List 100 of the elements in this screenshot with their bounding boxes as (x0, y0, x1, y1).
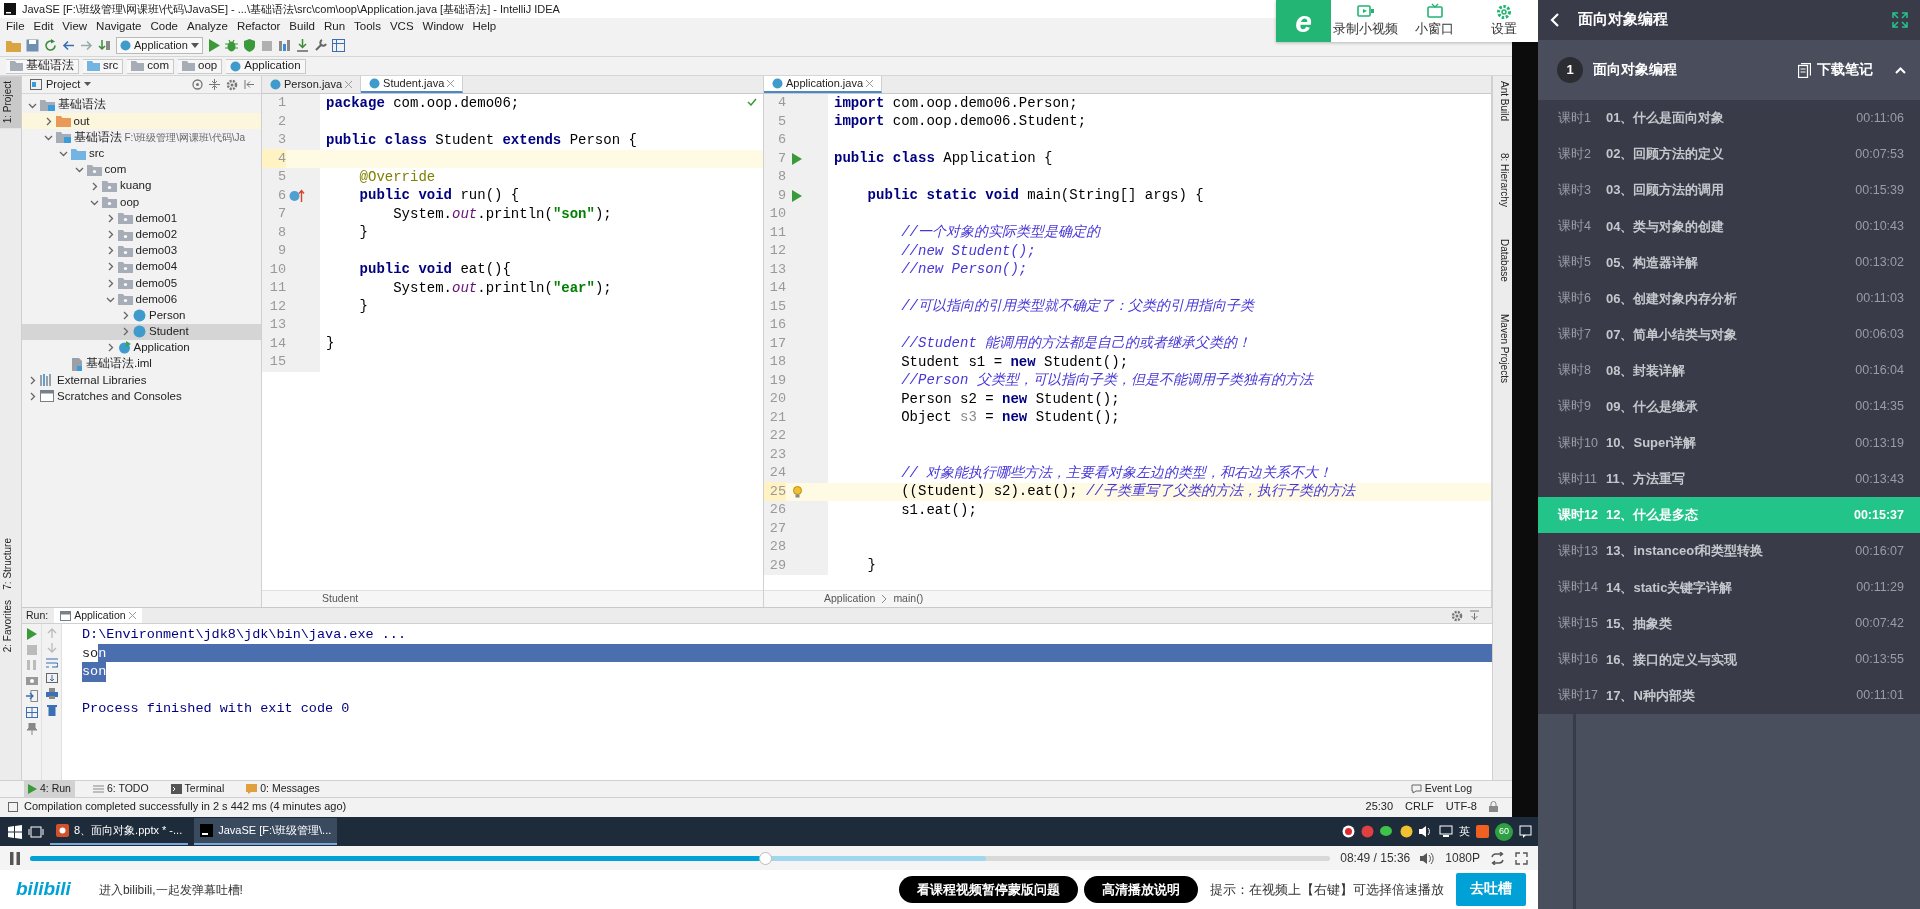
quality-selector[interactable]: 1080P (1445, 849, 1480, 867)
collapse-icon[interactable] (209, 79, 220, 90)
lesson-item[interactable]: 课时9 09、什么是继承 00:14:35 (1538, 388, 1920, 425)
tool-window-tab[interactable]: 7: Structure (0, 533, 21, 595)
lesson-item[interactable]: 课时17 17、N种内部类 00:11:01 (1538, 677, 1920, 714)
slider-thumb[interactable] (758, 851, 772, 865)
scroll-icon[interactable] (45, 673, 58, 683)
speaker-icon[interactable] (1420, 851, 1436, 865)
loop-icon[interactable] (1490, 851, 1505, 865)
download-notes-link[interactable]: 下载笔记 (1798, 59, 1873, 81)
chevron-right-icon[interactable] (121, 311, 130, 321)
tree-item[interactable]: 基础语法 F:\班级管理\网课班\代码\Ja (22, 129, 261, 146)
print-icon[interactable] (45, 688, 58, 699)
tree-item[interactable]: out (22, 113, 261, 130)
chevron-right-icon[interactable] (28, 391, 37, 401)
lock-icon[interactable] (1489, 801, 1498, 812)
pill-button[interactable]: 高清播放说明 (1084, 875, 1198, 904)
tree-item[interactable]: demo05 (22, 275, 261, 292)
expand-icon[interactable] (1892, 12, 1908, 28)
save-icon[interactable] (26, 39, 39, 52)
tool-window-tab[interactable]: Maven Projects (1493, 308, 1512, 388)
chevron-up-icon[interactable] (1895, 66, 1906, 74)
shield-icon[interactable] (242, 39, 256, 52)
gear-icon[interactable] (1451, 609, 1463, 622)
speaker-icon[interactable] (1419, 825, 1433, 838)
chevron-right-icon[interactable] (90, 181, 99, 191)
record-icon[interactable] (1342, 825, 1355, 838)
tree-item[interactable]: Scratches and Consoles (22, 388, 261, 405)
lightbulb-icon[interactable] (792, 485, 802, 498)
run-icon[interactable] (792, 152, 802, 165)
run-configuration-dropdown[interactable]: Application (116, 37, 203, 54)
layout-icon[interactable] (25, 707, 38, 718)
menu-item[interactable]: File (6, 17, 25, 36)
bug-icon[interactable] (224, 39, 238, 52)
lesson-item[interactable]: 课时6 06、创建对象内存分析 00:11:03 (1538, 280, 1920, 317)
breadcrumb-item[interactable]: src (83, 58, 124, 74)
line-ending[interactable]: CRLF (1405, 798, 1434, 815)
menu-item[interactable]: Navigate (96, 17, 142, 36)
refresh-icon[interactable] (44, 39, 57, 52)
menu-item[interactable]: View (62, 17, 88, 36)
lesson-item[interactable]: 课时1 01、什么是面向对象 00:11:06 (1538, 100, 1920, 137)
grid-icon[interactable] (331, 39, 345, 52)
close-icon[interactable] (345, 81, 353, 88)
override-icon[interactable] (289, 189, 305, 203)
file-encoding[interactable]: UTF-8 (1445, 798, 1477, 815)
lesson-item[interactable]: 课时11 11、方法重写 00:13:43 (1538, 460, 1920, 498)
download-icon[interactable] (295, 39, 309, 52)
run-icon[interactable] (792, 189, 802, 202)
tree-item[interactable]: demo02 (22, 226, 261, 243)
breadcrumb-item[interactable]: com (127, 58, 175, 74)
close-icon[interactable] (128, 612, 136, 619)
menu-item[interactable]: Window (422, 17, 464, 36)
breadcrumb-item[interactable]: oop (178, 58, 223, 74)
tree-item[interactable]: 基础语法.iml (22, 356, 261, 373)
tree-item[interactable]: Application (22, 339, 261, 356)
menu-item[interactable]: Help (472, 17, 497, 36)
tree-item[interactable]: Student (22, 323, 261, 340)
menu-item[interactable]: VCS (389, 17, 414, 36)
notification-icon[interactable] (1519, 825, 1532, 838)
lesson-item[interactable]: 课时7 07、简单小结类与对象 00:06:03 (1538, 316, 1920, 353)
breadcrumb-item[interactable]: Student (322, 591, 359, 607)
editor-tab[interactable]: Student.java (361, 76, 464, 93)
tool-window-tab[interactable]: Ant Build (1493, 76, 1512, 127)
network-icon[interactable] (1439, 825, 1453, 838)
download-arrow-icon[interactable] (98, 39, 111, 52)
menu-item[interactable]: Run (323, 17, 346, 36)
menu-item[interactable]: Tools (354, 17, 381, 36)
toolbar-button[interactable]: 录制小视频 (1331, 0, 1400, 42)
tool-window-tab[interactable]: 2: Favorites (0, 594, 21, 658)
lesson-item[interactable]: 课时8 08、封装详解 00:16:04 (1538, 352, 1920, 389)
tool-window-tab[interactable]: Event Log (1406, 781, 1476, 797)
close-icon[interactable] (447, 80, 455, 87)
tool-window-tab[interactable]: Terminal (166, 781, 229, 797)
lesson-item[interactable]: 课时10 10、Super详解 00:13:19 (1538, 424, 1920, 461)
chat-icon[interactable] (1380, 825, 1394, 838)
pause-icon[interactable] (10, 851, 20, 865)
toolbar-button[interactable]: 设置 (1469, 0, 1538, 42)
tree-item[interactable]: demo03 (22, 242, 261, 259)
exit-icon[interactable] (25, 690, 38, 702)
lesson-item[interactable]: 课时4 04、类与对象的创建 00:10:43 (1538, 208, 1920, 245)
lesson-item[interactable]: 课时15 15、抽象类 00:07:42 (1538, 605, 1920, 642)
tree-item[interactable]: demo01 (22, 210, 261, 227)
lesson-item[interactable]: 课时14 14、static关键字详解 00:11:29 (1538, 569, 1920, 606)
tool-window-tab[interactable]: 1: Project (0, 76, 21, 129)
lesson-item[interactable]: 课时2 02、回顾方法的定义 00:07:53 (1538, 136, 1920, 173)
input-method[interactable]: 英 (1459, 823, 1470, 840)
tree-item[interactable]: demo04 (22, 258, 261, 276)
lesson-item[interactable]: 课时16 16、接口的定义与实现 00:13:55 (1538, 641, 1920, 678)
menu-item[interactable]: Refactor (236, 17, 281, 36)
expand-icon[interactable] (1515, 851, 1528, 865)
menu-item[interactable]: Analyze (186, 17, 228, 36)
wrap-icon[interactable] (45, 658, 58, 668)
breadcrumb-item[interactable]: 基础语法 (6, 58, 79, 74)
chevron-down-icon[interactable] (74, 165, 84, 175)
trash-icon[interactable] (46, 704, 57, 716)
run-icon[interactable] (207, 39, 220, 52)
tree-item[interactable]: src (22, 145, 261, 162)
back-chevron-icon[interactable] (1550, 13, 1560, 27)
menu-item[interactable]: Code (150, 17, 178, 36)
tool-window-tab[interactable]: 4: Run (24, 781, 75, 797)
